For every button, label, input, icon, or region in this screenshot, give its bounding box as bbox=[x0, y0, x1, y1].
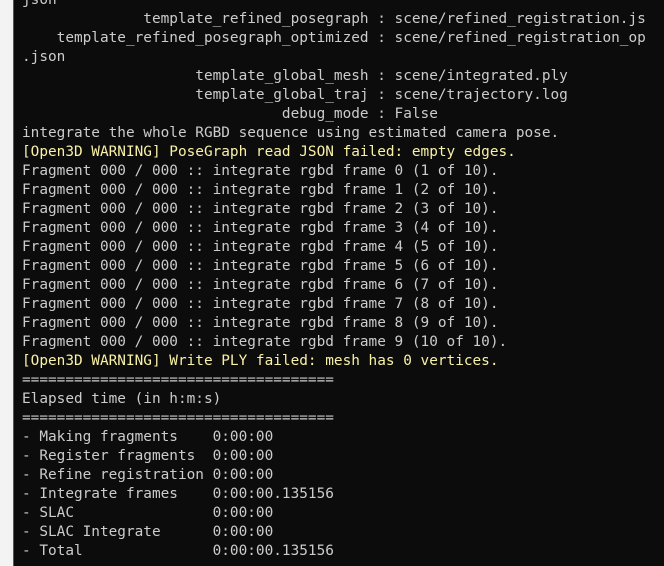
console-warning-line: [Open3D WARNING] Write PLY failed: mesh … bbox=[22, 353, 499, 369]
console-line: Fragment 000 / 000 :: integrate rgbd fra… bbox=[22, 258, 499, 274]
console-line: Fragment 000 / 000 :: integrate rgbd fra… bbox=[22, 315, 499, 331]
console-line: - Total 0:00:00.135156 bbox=[22, 543, 334, 559]
console-line: - SLAC 0:00:00 bbox=[22, 505, 274, 521]
console-line: - Integrate frames 0:00:00.135156 bbox=[22, 486, 334, 502]
console-warning-line: [Open3D WARNING] PoseGraph read JSON fai… bbox=[22, 144, 516, 160]
console-line: ==================================== bbox=[22, 372, 334, 388]
console-line: - Refine registration 0:00:00 bbox=[22, 467, 274, 483]
console-line: integrate the whole RGBD sequence using … bbox=[22, 125, 560, 141]
console-output[interactable]: json template_refined_posegraph : scene/… bbox=[22, 0, 664, 561]
console-line: ==================================== bbox=[22, 410, 334, 426]
console-line: template_refined_posegraph : scene/refin… bbox=[22, 11, 646, 27]
window-left-edge bbox=[0, 0, 13, 566]
console-line: Fragment 000 / 000 :: integrate rgbd fra… bbox=[22, 239, 499, 255]
console-line: - Making fragments 0:00:00 bbox=[22, 429, 274, 445]
console-line: json bbox=[22, 0, 57, 8]
console-line: Fragment 000 / 000 :: integrate rgbd fra… bbox=[22, 182, 499, 198]
terminal-window[interactable]: json template_refined_posegraph : scene/… bbox=[0, 0, 664, 566]
console-line: template_global_traj : scene/trajectory.… bbox=[22, 87, 568, 103]
console-line: template_global_mesh : scene/integrated.… bbox=[22, 68, 568, 84]
console-line: Fragment 000 / 000 :: integrate rgbd fra… bbox=[22, 201, 499, 217]
console-line: Fragment 000 / 000 :: integrate rgbd fra… bbox=[22, 334, 508, 350]
console-line: .json bbox=[22, 49, 66, 65]
console-line: template_refined_posegraph_optimized : s… bbox=[22, 30, 646, 46]
console-line: Fragment 000 / 000 :: integrate rgbd fra… bbox=[22, 296, 499, 312]
console-line: debug_mode : False bbox=[22, 106, 438, 122]
console-line: - Register fragments 0:00:00 bbox=[22, 448, 274, 464]
console-line: Fragment 000 / 000 :: integrate rgbd fra… bbox=[22, 277, 499, 293]
console-line: Elapsed time (in h:m:s) bbox=[22, 391, 222, 407]
window-edge-accent-line bbox=[13, 0, 14, 566]
console-line: Fragment 000 / 000 :: integrate rgbd fra… bbox=[22, 163, 499, 179]
console-line: - SLAC Integrate 0:00:00 bbox=[22, 524, 274, 540]
console-line: Fragment 000 / 000 :: integrate rgbd fra… bbox=[22, 220, 499, 236]
